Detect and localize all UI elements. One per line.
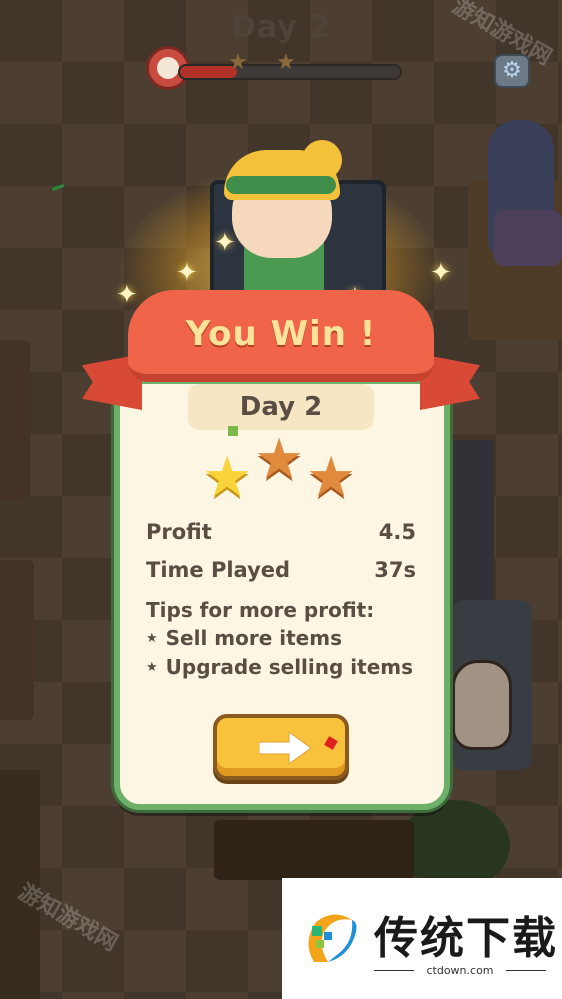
tip-item: ★ Sell more items — [146, 626, 342, 650]
character-bun — [302, 140, 342, 180]
milestone-star-icon: ★ — [228, 50, 248, 75]
sparkle-icon: ✦ — [430, 258, 452, 288]
profit-label: Profit — [146, 520, 212, 544]
sparkle-icon: ✦ — [116, 280, 138, 310]
time-played-label: Time Played — [146, 558, 291, 582]
star-icon-empty: ★ — [254, 427, 305, 492]
win-title: You Win ! — [185, 314, 377, 354]
arrow-right-icon — [259, 732, 311, 764]
brand-banner: 传统下载 ctdown.com — [282, 878, 562, 999]
confetti — [228, 426, 238, 436]
sparkle-icon: ✦ — [214, 228, 236, 258]
day-label: Day 2 — [188, 384, 374, 430]
profit-value: 4.5 — [378, 520, 416, 544]
tips-title: Tips for more profit: — [146, 598, 375, 622]
milestone-star-icon: ★ — [276, 50, 296, 75]
day-title: Day 2 — [230, 10, 332, 45]
brand-logo-icon — [308, 914, 357, 962]
star-icon-empty: ★ — [306, 445, 357, 510]
character-visor — [226, 176, 336, 194]
tip-text: Sell more items — [165, 626, 342, 650]
time-played-value: 37s — [374, 558, 416, 582]
star-icon-earned: ★ — [202, 445, 253, 510]
tip-text: Upgrade selling items — [165, 655, 414, 679]
gear-icon[interactable]: ⚙ — [494, 54, 530, 88]
brand-title: 传统下载 — [374, 913, 558, 964]
tip-item: ★ Upgrade selling items — [146, 655, 414, 679]
brand-domain: ctdown.com — [426, 964, 494, 977]
sparkle-icon: ✦ — [176, 258, 198, 288]
